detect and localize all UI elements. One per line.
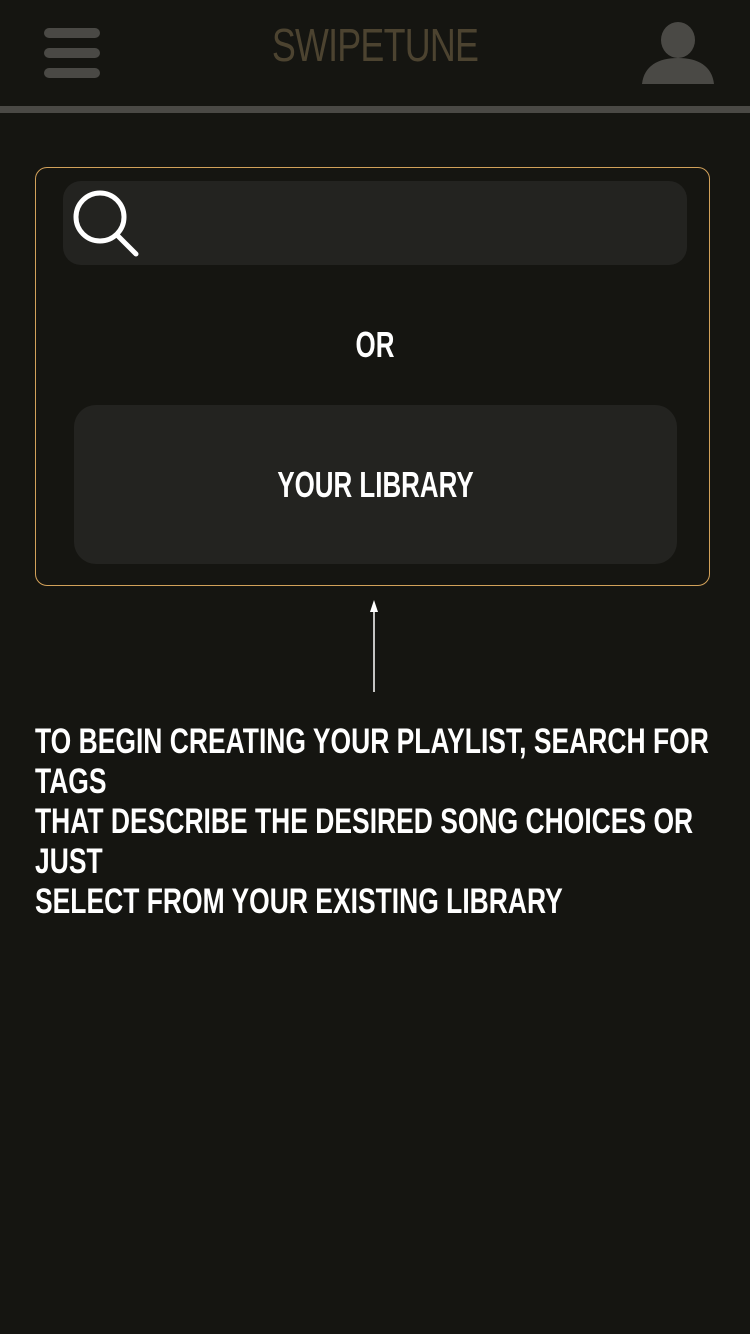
instructions-text: TO BEGIN CREATING YOUR PLAYLIST, SEARCH … bbox=[35, 722, 709, 921]
your-library-label: YOUR LIBRARY bbox=[277, 464, 474, 505]
app-title: SWIPETUNE bbox=[271, 19, 479, 71]
app-header: SWIPETUNE bbox=[0, 0, 750, 108]
arrow-up-icon bbox=[370, 600, 378, 692]
user-profile-icon bbox=[642, 22, 714, 84]
profile-button[interactable] bbox=[640, 18, 716, 88]
header-divider bbox=[0, 106, 750, 113]
or-divider-label: OR bbox=[355, 324, 395, 365]
magnifier-icon bbox=[73, 190, 139, 257]
your-library-button[interactable]: YOUR LIBRARY bbox=[74, 405, 677, 564]
search-input[interactable] bbox=[150, 196, 674, 254]
